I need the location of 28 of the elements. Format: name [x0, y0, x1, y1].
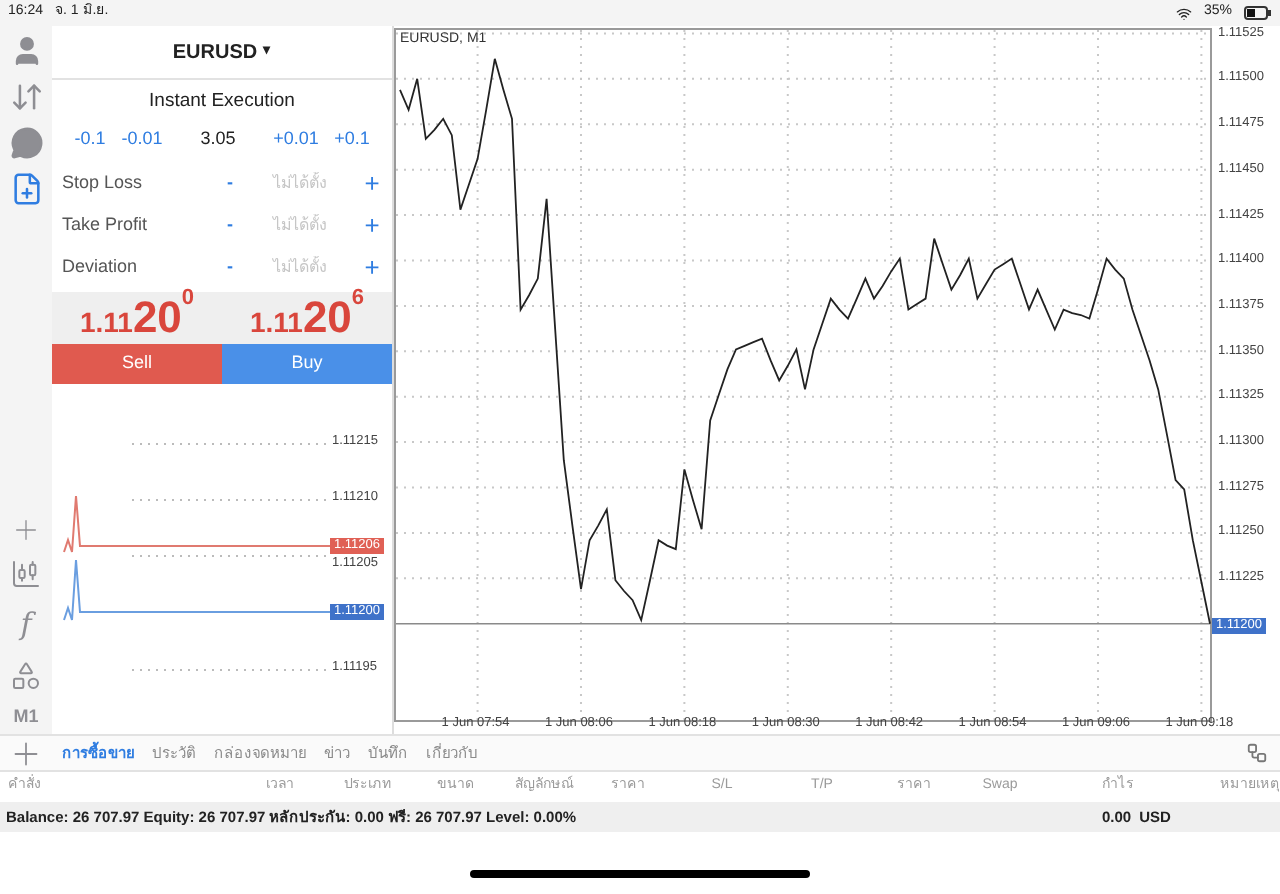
- arrows-icon[interactable]: [9, 80, 43, 114]
- battery-icon: [1244, 6, 1272, 20]
- increase-button[interactable]: +: [360, 170, 384, 196]
- shapes-icon[interactable]: [10, 659, 42, 691]
- layout-icon[interactable]: [1246, 742, 1268, 764]
- volume-value: 3.05: [198, 126, 238, 153]
- toolbar-label[interactable]: f: [20, 602, 32, 647]
- wifi-icon: [1175, 5, 1192, 21]
- chat-icon[interactable]: [9, 126, 43, 160]
- volume-step-button[interactable]: -0.01: [116, 126, 168, 154]
- increase-button[interactable]: +: [360, 254, 384, 280]
- buy-button[interactable]: Buy: [222, 344, 392, 384]
- candlestick-icon[interactable]: [10, 558, 42, 590]
- volume-step-button[interactable]: -0.1: [64, 126, 116, 154]
- decrease-button[interactable]: -: [220, 169, 240, 197]
- field-label: Take Profit: [62, 211, 150, 238]
- increase-button[interactable]: +: [360, 212, 384, 238]
- crosshair-icon[interactable]: [10, 514, 42, 546]
- field-label: Stop Loss: [62, 169, 145, 196]
- decrease-button[interactable]: -: [220, 211, 240, 239]
- field-label: Deviation: [62, 253, 140, 280]
- sell-button[interactable]: Sell: [52, 344, 222, 384]
- volume-step-button[interactable]: +0.1: [324, 126, 380, 154]
- execution-type[interactable]: Instant Execution: [52, 86, 392, 118]
- decrease-button[interactable]: -: [220, 253, 240, 281]
- new-document-icon[interactable]: [9, 172, 43, 206]
- volume-step-button[interactable]: +0.01: [268, 126, 324, 154]
- toolbar-label[interactable]: M1: [13, 703, 39, 730]
